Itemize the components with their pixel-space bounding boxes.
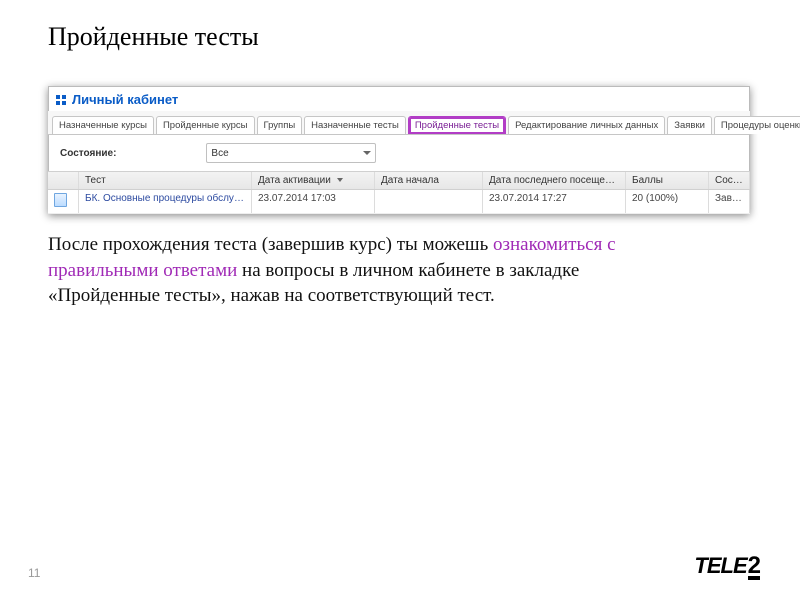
- table-header: Тест Дата активации Дата начала Дата пос…: [48, 171, 750, 190]
- app-screenshot: Личный кабинет Назначенные курсы Пройден…: [48, 86, 750, 214]
- col-activation-label: Дата активации: [258, 175, 331, 186]
- row-last-visit: 23.07.2014 17:27: [483, 190, 626, 213]
- chevron-down-icon: [363, 151, 371, 155]
- row-activation: 23.07.2014 17:03: [252, 190, 375, 213]
- row-score: 20 (100%): [626, 190, 709, 213]
- tab-assessment-procedures[interactable]: Процедуры оценки: [714, 116, 800, 134]
- slide-title: Пройденные тесты: [48, 22, 259, 52]
- col-activation[interactable]: Дата активации: [252, 172, 375, 189]
- col-start[interactable]: Дата начала: [375, 172, 483, 189]
- col-last-visit[interactable]: Дата последнего посещения: [483, 172, 626, 189]
- tab-completed-courses[interactable]: Пройденные курсы: [156, 116, 255, 134]
- col-state[interactable]: Состояние: [709, 172, 750, 189]
- tab-requests[interactable]: Заявки: [667, 116, 712, 134]
- filter-state-value: Все: [211, 148, 228, 159]
- filter-row: Состояние: Все: [48, 135, 750, 171]
- row-start: [375, 190, 483, 213]
- page-number: 11: [28, 566, 40, 580]
- table-row[interactable]: БК. Основные процедуры обслужи… 23.07.20…: [48, 190, 750, 214]
- sort-desc-icon: [337, 178, 343, 182]
- col-test[interactable]: Тест: [79, 172, 252, 189]
- col-score[interactable]: Баллы: [626, 172, 709, 189]
- body-part1: После прохождения теста (завершив курс) …: [48, 234, 493, 255]
- tab-completed-tests[interactable]: Пройденные тесты: [408, 116, 506, 134]
- filter-state-label: Состояние:: [60, 148, 116, 159]
- document-icon: [54, 193, 67, 207]
- personal-cabinet-title: Личный кабинет: [72, 92, 178, 107]
- tab-groups[interactable]: Группы: [257, 116, 303, 134]
- personal-cabinet-header: Личный кабинет: [48, 86, 750, 111]
- row-test-name[interactable]: БК. Основные процедуры обслужи…: [79, 190, 252, 213]
- tab-assigned-tests[interactable]: Назначенные тесты: [304, 116, 406, 134]
- tabs-row: Назначенные курсы Пройденные курсы Групп…: [48, 111, 750, 135]
- tab-assigned-courses[interactable]: Назначенные курсы: [52, 116, 154, 134]
- tele2-logo: TELE2: [694, 553, 760, 580]
- col-icon: [48, 172, 79, 189]
- body-paragraph: После прохождения теста (завершив курс) …: [48, 232, 688, 309]
- tab-edit-personal-data[interactable]: Редактирование личных данных: [508, 116, 665, 134]
- row-doc-icon-cell: [48, 190, 79, 213]
- grid-icon: [56, 95, 66, 105]
- logo-suffix: 2: [748, 556, 760, 580]
- logo-text: TELE: [694, 553, 746, 579]
- row-state: Завершен: [709, 190, 750, 213]
- filter-state-select[interactable]: Все: [206, 143, 376, 163]
